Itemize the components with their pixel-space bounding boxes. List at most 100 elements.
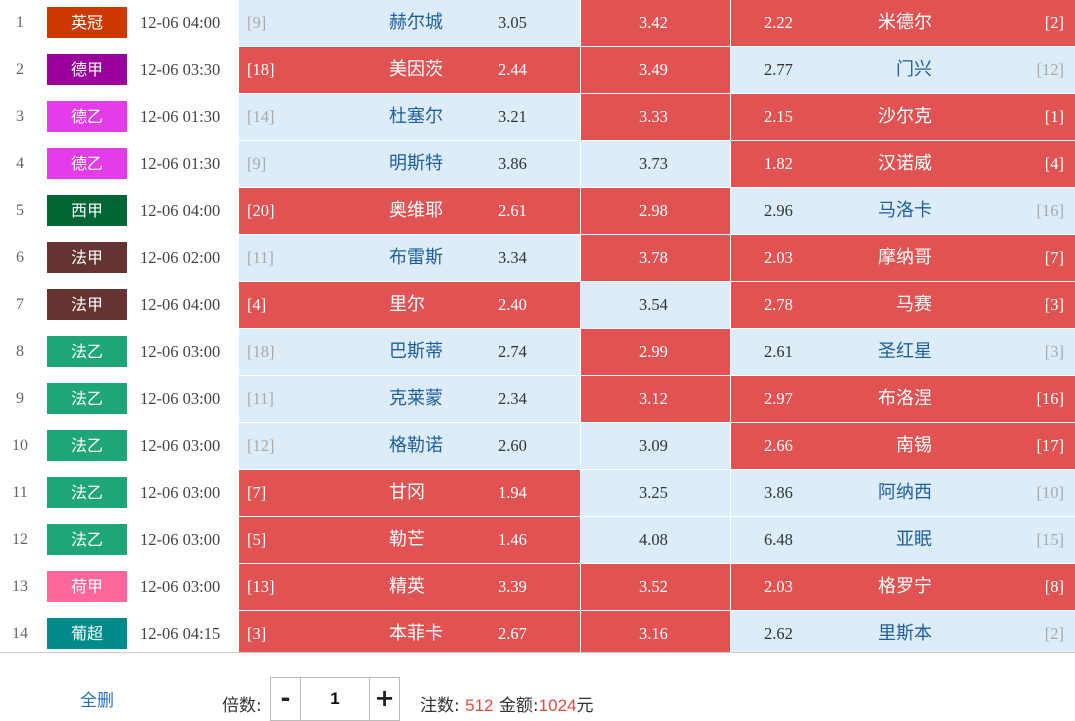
away-team: 米德尔 <box>878 12 932 33</box>
away-team: 圣红星 <box>878 341 932 362</box>
match-row: 10 法乙 12-06 03:00 [12] 格勒诺 2.60 3.09 2.66 南锡 [17] <box>0 423 1075 470</box>
home-rank: [7] <box>247 483 267 502</box>
home-odds: 2.40 <box>498 295 527 314</box>
match-row: 2 德甲 12-06 03:30 [18] 美因茨 2.44 3.49 2.77 门兴 [12] <box>0 47 1075 94</box>
draw-odds: 3.73 <box>639 154 668 173</box>
match-time: 12-06 03:00 <box>140 577 221 596</box>
away-rank: [8] <box>1044 577 1064 596</box>
draw-odds: 3.54 <box>639 295 668 314</box>
match-number: 13 <box>12 578 28 595</box>
away-team: 南锡 <box>896 435 932 456</box>
home-rank: [18] <box>247 60 275 79</box>
home-rank: [3] <box>247 624 267 643</box>
away-odds: 2.61 <box>764 342 793 361</box>
home-team: 精英 <box>389 576 425 597</box>
league-badge: 西甲 <box>47 195 127 226</box>
match-number: 3 <box>16 108 24 125</box>
away-rank: [4] <box>1044 154 1064 173</box>
league-badge: 法乙 <box>47 383 127 414</box>
bets-label: 注数: <box>420 696 460 716</box>
home-odds: 3.05 <box>498 13 527 32</box>
away-rank: [3] <box>1044 342 1064 361</box>
away-team: 马洛卡 <box>878 200 932 221</box>
increase-button[interactable]: + <box>369 678 399 720</box>
match-time: 12-06 03:00 <box>140 436 221 455</box>
match-row: 3 德乙 12-06 01:30 [14] 杜塞尔 3.21 3.33 2.15 沙尔克 [1] <box>0 94 1075 141</box>
away-team: 汉诺威 <box>878 153 932 174</box>
away-odds: 2.96 <box>764 201 793 220</box>
away-odds: 2.03 <box>764 248 793 267</box>
match-row: 4 德乙 12-06 01:30 [9] 明斯特 3.86 3.73 1.82 汉诺威 [4] <box>0 141 1075 188</box>
home-rank: [11] <box>247 248 274 267</box>
home-odds: 3.34 <box>498 248 527 267</box>
away-team: 格罗宁 <box>878 576 932 597</box>
match-number: 7 <box>16 296 24 313</box>
home-rank: [11] <box>247 389 274 408</box>
league-badge: 法乙 <box>47 336 127 367</box>
home-team: 布雷斯 <box>389 247 443 268</box>
away-team: 沙尔克 <box>878 106 932 127</box>
match-time: 12-06 04:00 <box>140 201 221 220</box>
home-team: 巴斯蒂 <box>389 341 443 362</box>
match-row: 6 法甲 12-06 02:00 [11] 布雷斯 3.34 3.78 2.03 摩纳哥 [7] <box>0 235 1075 282</box>
draw-odds: 3.33 <box>639 107 668 126</box>
match-row: 8 法乙 12-06 03:00 [18] 巴斯蒂 2.74 2.99 2.61 圣红星 [3] <box>0 329 1075 376</box>
league-badge: 英冠 <box>47 7 127 38</box>
away-odds: 2.15 <box>764 107 793 126</box>
away-rank: [15] <box>1036 530 1065 549</box>
home-odds: 1.46 <box>498 530 527 549</box>
draw-odds: 3.78 <box>639 248 668 267</box>
match-number: 1 <box>16 14 24 31</box>
away-team: 马赛 <box>896 294 932 315</box>
away-odds: 2.62 <box>764 624 793 643</box>
match-number: 4 <box>16 155 24 172</box>
home-team: 勒芒 <box>389 529 425 550</box>
match-row: 7 法甲 12-06 04:00 [4] 里尔 2.40 3.54 2.78 马赛 [3] <box>0 282 1075 329</box>
home-team: 赫尔城 <box>389 12 443 33</box>
away-odds: 6.48 <box>764 530 793 549</box>
home-team: 格勒诺 <box>389 435 443 456</box>
away-team: 门兴 <box>896 59 932 80</box>
match-time: 12-06 03:00 <box>140 530 221 549</box>
match-number: 5 <box>16 202 24 219</box>
away-rank: [16] <box>1036 389 1065 408</box>
home-rank: [12] <box>247 436 275 455</box>
draw-odds: 3.42 <box>639 13 668 32</box>
home-odds: 2.44 <box>498 60 527 79</box>
home-rank: [4] <box>247 295 267 314</box>
home-rank: [5] <box>247 530 267 549</box>
home-odds: 2.60 <box>498 436 527 455</box>
match-time: 12-06 01:30 <box>140 154 221 173</box>
away-rank: [2] <box>1044 13 1064 32</box>
match-time: 12-06 04:00 <box>140 295 221 314</box>
away-rank: [12] <box>1036 60 1065 79</box>
match-time: 12-06 03:00 <box>140 342 221 361</box>
home-team: 里尔 <box>389 294 425 315</box>
match-row: 11 法乙 12-06 03:00 [7] 甘冈 1.94 3.25 3.86 阿纳西 [10] <box>0 470 1075 517</box>
draw-odds: 3.52 <box>639 577 668 596</box>
draw-odds: 3.25 <box>639 483 668 502</box>
amount-label: 金额: <box>498 696 539 716</box>
league-badge: 德乙 <box>47 101 127 132</box>
home-team: 本菲卡 <box>389 623 443 644</box>
away-team: 摩纳哥 <box>878 247 932 268</box>
away-team: 亚眠 <box>896 529 932 550</box>
home-odds: 3.21 <box>498 107 527 126</box>
away-odds: 2.78 <box>764 295 793 314</box>
match-number: 12 <box>12 531 28 548</box>
league-badge: 法乙 <box>47 524 127 555</box>
home-team: 杜塞尔 <box>389 106 443 127</box>
home-rank: [20] <box>247 201 275 220</box>
home-team: 克莱蒙 <box>389 388 443 409</box>
decrease-button[interactable]: - <box>271 678 301 720</box>
home-rank: [13] <box>247 577 275 596</box>
match-time: 12-06 03:00 <box>140 483 221 502</box>
away-rank: [16] <box>1036 201 1065 220</box>
match-row: 1 英冠 12-06 04:00 [9] 赫尔城 3.05 3.42 2.22 米德尔 [2] <box>0 0 1075 47</box>
match-number: 9 <box>16 390 24 407</box>
away-rank: [1] <box>1044 107 1064 126</box>
away-rank: [3] <box>1044 295 1064 314</box>
away-rank: [17] <box>1036 436 1065 455</box>
multiplier-input[interactable] <box>301 678 369 720</box>
clear-all-link[interactable]: 全删 <box>80 686 114 711</box>
